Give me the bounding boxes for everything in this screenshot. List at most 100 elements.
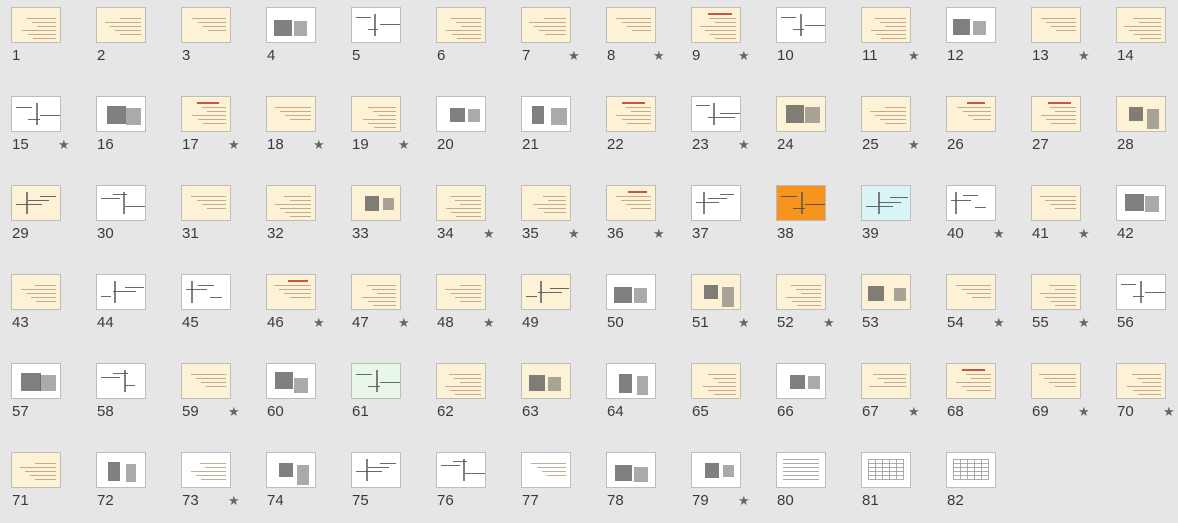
slide-preview[interactable] (436, 7, 486, 43)
slide-preview[interactable] (776, 185, 826, 221)
slide-thumbnail-38[interactable]: 38 (776, 185, 856, 263)
slide-thumbnail-41[interactable]: 41 ★ (1031, 185, 1111, 263)
slide-preview[interactable] (776, 363, 826, 399)
slide-preview[interactable] (1031, 96, 1081, 132)
slide-preview[interactable] (1116, 274, 1166, 310)
slide-preview[interactable] (436, 363, 486, 399)
slide-thumbnail-50[interactable]: 50 (606, 274, 686, 352)
slide-thumbnail-13[interactable]: 13 ★ (1031, 7, 1111, 85)
slide-preview[interactable] (861, 96, 911, 132)
slide-thumbnail-82[interactable]: 82 (946, 452, 1026, 523)
slide-preview[interactable] (266, 96, 316, 132)
slide-thumbnail-20[interactable]: 20 (436, 96, 516, 174)
slide-preview[interactable] (181, 96, 231, 132)
slide-preview[interactable] (776, 96, 826, 132)
slide-preview[interactable] (266, 7, 316, 43)
slide-thumbnail-65[interactable]: 65 (691, 363, 771, 441)
slide-thumbnail-58[interactable]: 58 (96, 363, 176, 441)
slide-preview[interactable] (861, 274, 911, 310)
slide-thumbnail-67[interactable]: 67 ★ (861, 363, 941, 441)
slide-thumbnail-35[interactable]: 35 ★ (521, 185, 601, 263)
slide-preview[interactable] (1116, 363, 1166, 399)
transition-star-icon[interactable]: ★ (738, 314, 750, 332)
transition-star-icon[interactable]: ★ (313, 136, 325, 154)
slide-thumbnail-47[interactable]: 47 ★ (351, 274, 431, 352)
slide-thumbnail-31[interactable]: 31 (181, 185, 261, 263)
slide-preview[interactable] (691, 274, 741, 310)
slide-preview[interactable] (861, 185, 911, 221)
slide-thumbnail-43[interactable]: 43 (11, 274, 91, 352)
slide-thumbnail-60[interactable]: 60 (266, 363, 346, 441)
slide-preview[interactable] (691, 7, 741, 43)
slide-thumbnail-14[interactable]: 14 (1116, 7, 1178, 85)
slide-thumbnail-40[interactable]: 40 ★ (946, 185, 1026, 263)
slide-thumbnail-72[interactable]: 72 (96, 452, 176, 523)
slide-preview[interactable] (946, 96, 996, 132)
slide-preview[interactable] (861, 363, 911, 399)
slide-preview[interactable] (1116, 7, 1166, 43)
slide-preview[interactable] (521, 452, 571, 488)
slide-preview[interactable] (521, 96, 571, 132)
slide-preview[interactable] (96, 7, 146, 43)
slide-preview[interactable] (606, 363, 656, 399)
transition-star-icon[interactable]: ★ (908, 47, 920, 65)
slide-thumbnail-33[interactable]: 33 (351, 185, 431, 263)
slide-preview[interactable] (351, 7, 401, 43)
slide-preview[interactable] (606, 452, 656, 488)
slide-thumbnail-56[interactable]: 56 (1116, 274, 1178, 352)
slide-thumbnail-8[interactable]: 8 ★ (606, 7, 686, 85)
transition-star-icon[interactable]: ★ (738, 47, 750, 65)
slide-preview[interactable] (861, 7, 911, 43)
slide-thumbnail-78[interactable]: 78 (606, 452, 686, 523)
slide-preview[interactable] (11, 452, 61, 488)
slide-thumbnail-2[interactable]: 2 (96, 7, 176, 85)
slide-thumbnail-44[interactable]: 44 (96, 274, 176, 352)
slide-preview[interactable] (351, 363, 401, 399)
transition-star-icon[interactable]: ★ (993, 314, 1005, 332)
slide-thumbnail-48[interactable]: 48 ★ (436, 274, 516, 352)
slide-preview[interactable] (11, 363, 61, 399)
slide-thumbnail-9[interactable]: 9 ★ (691, 7, 771, 85)
slide-preview[interactable] (691, 452, 741, 488)
slide-thumbnail-1[interactable]: 1 (11, 7, 91, 85)
slide-thumbnail-18[interactable]: 18 ★ (266, 96, 346, 174)
slide-thumbnail-62[interactable]: 62 (436, 363, 516, 441)
transition-star-icon[interactable]: ★ (313, 314, 325, 332)
slide-preview[interactable] (11, 185, 61, 221)
transition-star-icon[interactable]: ★ (1078, 314, 1090, 332)
slide-preview[interactable] (96, 185, 146, 221)
slide-preview[interactable] (691, 363, 741, 399)
slide-thumbnail-69[interactable]: 69 ★ (1031, 363, 1111, 441)
slide-preview[interactable] (266, 185, 316, 221)
transition-star-icon[interactable]: ★ (653, 225, 665, 243)
slide-thumbnail-61[interactable]: 61 (351, 363, 431, 441)
slide-preview[interactable] (181, 274, 231, 310)
transition-star-icon[interactable]: ★ (1078, 225, 1090, 243)
slide-preview[interactable] (436, 452, 486, 488)
transition-star-icon[interactable]: ★ (228, 403, 240, 421)
slide-preview[interactable] (96, 96, 146, 132)
slide-preview[interactable] (776, 274, 826, 310)
slide-preview[interactable] (351, 274, 401, 310)
slide-preview[interactable] (521, 363, 571, 399)
slide-thumbnail-53[interactable]: 53 (861, 274, 941, 352)
slide-thumbnail-4[interactable]: 4 (266, 7, 346, 85)
slide-thumbnail-77[interactable]: 77 (521, 452, 601, 523)
slide-preview[interactable] (181, 452, 231, 488)
slide-preview[interactable] (946, 452, 996, 488)
slide-preview[interactable] (606, 96, 656, 132)
slide-thumbnail-79[interactable]: 79 ★ (691, 452, 771, 523)
slide-preview[interactable] (266, 452, 316, 488)
slide-thumbnail-39[interactable]: 39 (861, 185, 941, 263)
slide-thumbnail-59[interactable]: 59 ★ (181, 363, 261, 441)
slide-preview[interactable] (691, 96, 741, 132)
slide-preview[interactable] (181, 363, 231, 399)
slide-preview[interactable] (436, 185, 486, 221)
slide-thumbnail-80[interactable]: 80 (776, 452, 856, 523)
transition-star-icon[interactable]: ★ (908, 403, 920, 421)
slide-preview[interactable] (521, 274, 571, 310)
slide-thumbnail-27[interactable]: 27 (1031, 96, 1111, 174)
slide-thumbnail-54[interactable]: 54 ★ (946, 274, 1026, 352)
slide-preview[interactable] (776, 452, 826, 488)
slide-preview[interactable] (181, 185, 231, 221)
